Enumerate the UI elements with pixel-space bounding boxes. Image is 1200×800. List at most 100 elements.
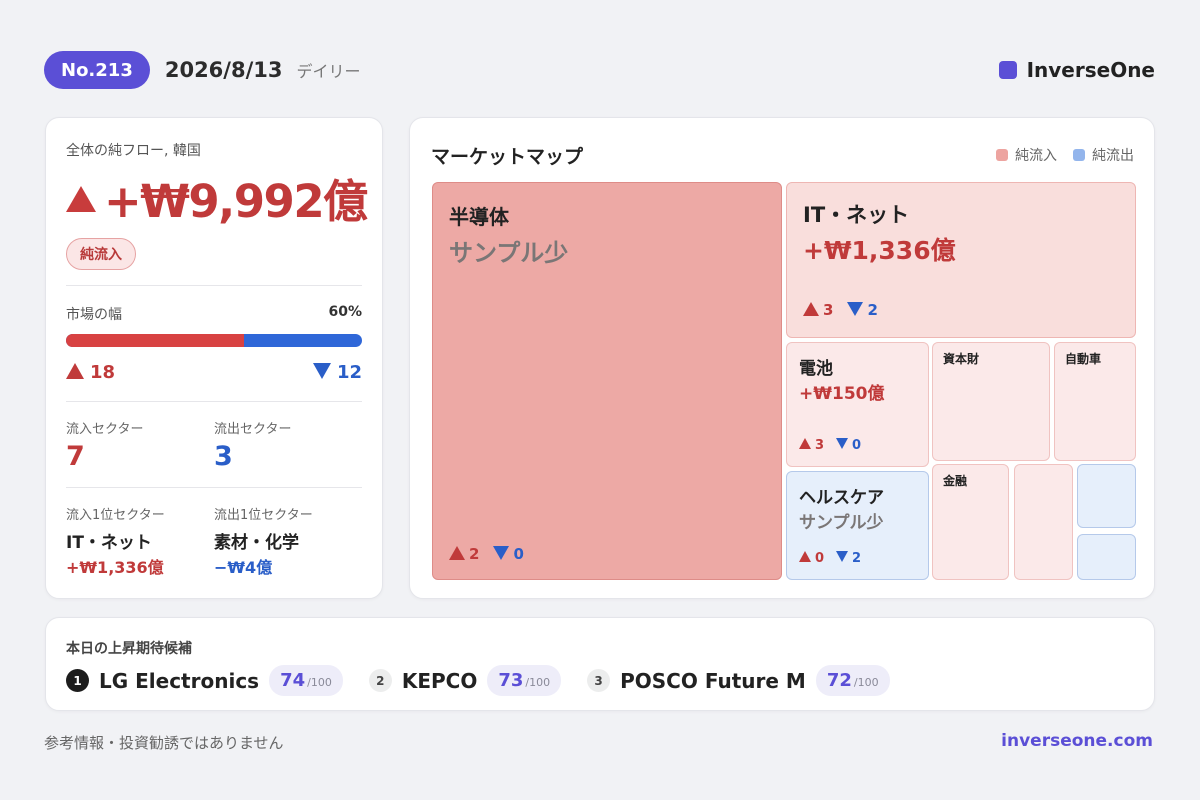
tile-down-value: 0	[513, 545, 524, 563]
up-triangle-icon	[449, 546, 465, 560]
top-inflow-value: +₩1,336億	[66, 558, 164, 577]
down-triangle-icon	[312, 363, 331, 379]
treemap-tile-healthcare[interactable]: ヘルスケア サンプル少 0 2	[786, 471, 929, 580]
top-picks-title: 本日の上昇期待候補	[66, 641, 192, 657]
top-inflow-label: 流入1位セクター	[66, 508, 165, 523]
tile-name: ヘルスケア	[799, 488, 884, 508]
tile-name: 半導体	[449, 205, 509, 229]
tile-down-count: 2	[847, 301, 878, 319]
tile-value: +₩1,336億	[803, 236, 956, 265]
up-arrow-icon	[66, 186, 96, 212]
outflow-sectors-label: 流出セクター	[214, 422, 292, 437]
tile-name: IT・ネット	[803, 203, 910, 227]
tile-counts: 3 2	[803, 301, 878, 319]
inflow-sectors: 流入セクター 7	[66, 418, 214, 472]
advancers-value: 18	[90, 362, 116, 383]
divider	[66, 401, 362, 402]
disclaimer: 参考情報・投資勧誘ではありません	[44, 734, 284, 752]
decliners-count: 12	[312, 362, 362, 383]
tile-name: 自動車	[1065, 352, 1102, 366]
treemap-tile-semiconductors[interactable]: 半導体 サンプル少 2 0	[432, 182, 782, 580]
up-triangle-icon	[799, 551, 811, 562]
tile-up-value: 2	[469, 545, 480, 563]
top-outflow-label: 流出1位セクター	[214, 508, 313, 523]
score-badge: 73 /100	[487, 665, 562, 696]
breadth-header: 市場の幅 60%	[66, 304, 362, 324]
treemap-tile[interactable]	[1077, 534, 1136, 580]
pick-item[interactable]: 2 KEPCO 73 /100	[368, 665, 562, 696]
advancers-count: 18	[66, 362, 115, 383]
treemap-tile-finance[interactable]: 金融	[932, 464, 1009, 580]
header: No.213 2026/8/13 デイリー InverseOne	[44, 51, 1155, 89]
pick-item[interactable]: 1 LG Electronics 74 /100	[66, 665, 343, 696]
tile-counts: 3 0	[799, 438, 861, 453]
tile-up-value: 3	[815, 438, 825, 453]
score-value: 73	[498, 670, 524, 691]
tile-counts: 2 0	[449, 545, 524, 563]
top-outflow-value: −₩4億	[214, 558, 273, 577]
tile-up-count: 0	[799, 551, 824, 566]
rank-badge: 1	[66, 669, 89, 692]
breadth-counts: 18 12	[66, 362, 362, 383]
tile-value: サンプル少	[449, 239, 569, 267]
rank-badge: 2	[368, 669, 392, 692]
score-max: /100	[307, 676, 332, 689]
treemap-tile-automobiles[interactable]: 自動車	[1054, 342, 1136, 461]
up-triangle-icon	[66, 363, 84, 379]
treemap-tile[interactable]	[1077, 464, 1136, 528]
tile-name: 電池	[799, 359, 833, 379]
brand: InverseOne	[998, 58, 1155, 82]
tile-down-value: 2	[852, 551, 862, 566]
score-value: 74	[280, 670, 306, 691]
tile-down-value: 0	[852, 438, 862, 453]
outflow-sectors: 流出セクター 3	[214, 418, 362, 472]
pick-name: KEPCO	[401, 668, 478, 693]
brand-logo-icon	[998, 61, 1017, 79]
tile-down-count: 0	[836, 438, 861, 453]
tile-down-count: 0	[493, 545, 524, 563]
tile-name: 金融	[943, 474, 968, 488]
net-flow-value: +₩9,992億	[104, 174, 368, 228]
down-triangle-icon	[847, 302, 864, 316]
score-max: /100	[525, 676, 551, 689]
breadth-label: 市場の幅	[66, 307, 122, 323]
tile-value: サンプル少	[799, 513, 884, 533]
breadth-bar	[66, 334, 362, 347]
score-max: /100	[853, 676, 879, 689]
brand-name: InverseOne	[1026, 58, 1155, 82]
treemap-tile-it-net[interactable]: IT・ネット +₩1,336億 3 2	[786, 182, 1136, 338]
top-sectors: 流入1位セクター IT・ネット +₩1,336億 流出1位セクター 素材・化学 …	[66, 504, 362, 578]
legend-item-outflow: 純流出	[1073, 145, 1134, 165]
down-triangle-icon	[493, 546, 510, 560]
summary-card: 全体の純フロー, 韓国 +₩9,992億 純流入 市場の幅 60% 18 12 …	[45, 117, 383, 599]
treemap-tile-capital-goods[interactable]: 資本財	[932, 342, 1050, 461]
score-value: 72	[826, 670, 852, 691]
market-map-card: マーケットマップ 純流入 純流出 半導体 サンプル少 2 0 IT・ネット +₩…	[409, 117, 1155, 599]
tile-counts: 0 2	[799, 551, 861, 566]
sector-counts: 流入セクター 7 流出セクター 3	[66, 418, 362, 472]
down-triangle-icon	[836, 551, 849, 562]
breadth-bar-fill	[66, 334, 244, 347]
tile-down-count: 2	[836, 551, 861, 566]
pick-item[interactable]: 3 POSCO Future M 72 /100	[587, 665, 890, 696]
outflow-sectors-value: 3	[214, 441, 233, 472]
flow-direction-badge: 純流入	[66, 238, 136, 270]
treemap-tile[interactable]	[1014, 464, 1073, 580]
top-inflow-sector: 流入1位セクター IT・ネット +₩1,336億	[66, 504, 214, 578]
site-link[interactable]: inverseone.com	[1001, 731, 1153, 751]
down-triangle-icon	[836, 438, 849, 449]
top-outflow-sector: 流出1位セクター 素材・化学 −₩4億	[214, 504, 362, 578]
top-picks-list: 1 LG Electronics 74 /100 2 KEPCO 73 /100…	[66, 665, 890, 696]
issue-badge: No.213	[44, 51, 150, 89]
tile-up-count: 2	[449, 545, 479, 563]
inflow-sectors-value: 7	[66, 441, 85, 472]
tile-up-value: 0	[815, 551, 825, 566]
treemap-tile-battery[interactable]: 電池 +₩150億 3 0	[786, 342, 929, 467]
divider	[66, 487, 362, 488]
legend-label-inflow: 純流入	[1015, 148, 1057, 164]
up-triangle-icon	[803, 302, 819, 316]
tile-up-count: 3	[803, 301, 833, 319]
rank-badge: 3	[587, 669, 611, 692]
score-badge: 72 /100	[815, 665, 890, 696]
inflow-sectors-label: 流入セクター	[66, 422, 144, 437]
